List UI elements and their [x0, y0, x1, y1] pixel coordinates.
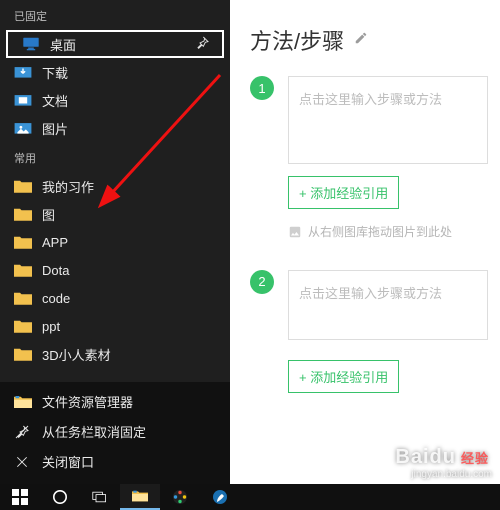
unpin-icon: [14, 424, 32, 438]
step-1: 1 点击这里输入步骤或方法: [250, 76, 500, 164]
start-button[interactable]: [0, 484, 40, 510]
monitor-icon: [22, 37, 40, 51]
pin-icon[interactable]: [192, 35, 212, 54]
step-2: 2 点击这里输入步骤或方法: [250, 270, 500, 340]
cortana-button[interactable]: [40, 484, 80, 510]
folder-icon: [14, 263, 32, 277]
jumplist-frequent-item[interactable]: 3D小人素材: [0, 340, 230, 368]
taskbar-app-paint[interactable]: [200, 484, 240, 510]
explorer-icon: [14, 394, 32, 408]
folder-icon: [14, 291, 32, 305]
jumplist-unpin[interactable]: 从任务栏取消固定: [0, 416, 230, 446]
downloads-icon: [14, 65, 32, 79]
jumplist-frequent-item[interactable]: 图: [0, 200, 230, 228]
taskbar: [0, 484, 500, 510]
folder-icon: [14, 207, 32, 221]
jumplist-panel: 已固定 桌面 下载 文档 图片 常用 我的习作 图 A: [0, 0, 230, 484]
pencil-icon[interactable]: [354, 31, 368, 50]
image-drop-hint: 从右侧图库拖动图片到此处: [288, 223, 452, 240]
jumplist-close-window[interactable]: 关闭窗口: [0, 446, 230, 476]
folder-icon: [14, 235, 32, 249]
folder-icon: [14, 347, 32, 361]
jumplist-frequent-item[interactable]: code: [0, 284, 230, 312]
step-number-badge: 2: [250, 270, 274, 294]
add-reference-button[interactable]: + 添加经验引用: [288, 360, 399, 393]
jumplist-open-explorer[interactable]: 文件资源管理器: [0, 386, 230, 416]
folder-icon: [14, 179, 32, 193]
jumplist-frequent-label: 常用: [0, 142, 230, 172]
jumplist-pinned-desktop[interactable]: 桌面: [6, 30, 224, 58]
jumplist-frequent-item[interactable]: Dota: [0, 256, 230, 284]
watermark: Baidu经验 jingyan.baidu.com: [395, 446, 492, 480]
close-icon: [14, 454, 32, 468]
taskbar-explorer[interactable]: [120, 484, 160, 510]
taskview-button[interactable]: [80, 484, 120, 510]
step-input[interactable]: 点击这里输入步骤或方法: [288, 76, 488, 164]
jumplist-frequent-item[interactable]: ppt: [0, 312, 230, 340]
jumplist-item-downloads[interactable]: 下载: [0, 58, 230, 86]
jumplist-bottom: 文件资源管理器 从任务栏取消固定 关闭窗口: [0, 382, 230, 484]
add-reference-button[interactable]: + 添加经验引用: [288, 176, 399, 209]
jumplist-item-pictures[interactable]: 图片: [0, 114, 230, 142]
editor-panel: 方法/步骤 1 点击这里输入步骤或方法 + 添加经验引用 从右侧图库拖动图片到此…: [230, 0, 500, 510]
jumplist-frequent-item[interactable]: APP: [0, 228, 230, 256]
editor-title: 方法/步骤: [250, 24, 344, 56]
taskbar-app-color[interactable]: [160, 484, 200, 510]
jumplist-item-documents[interactable]: 文档: [0, 86, 230, 114]
documents-icon: [14, 93, 32, 107]
jumplist-frequent-item[interactable]: 我的习作: [0, 172, 230, 200]
jumplist-pinned-label: 已固定: [0, 0, 230, 30]
step-number-badge: 1: [250, 76, 274, 100]
folder-icon: [14, 319, 32, 333]
step-input[interactable]: 点击这里输入步骤或方法: [288, 270, 488, 340]
pictures-icon: [14, 121, 32, 135]
